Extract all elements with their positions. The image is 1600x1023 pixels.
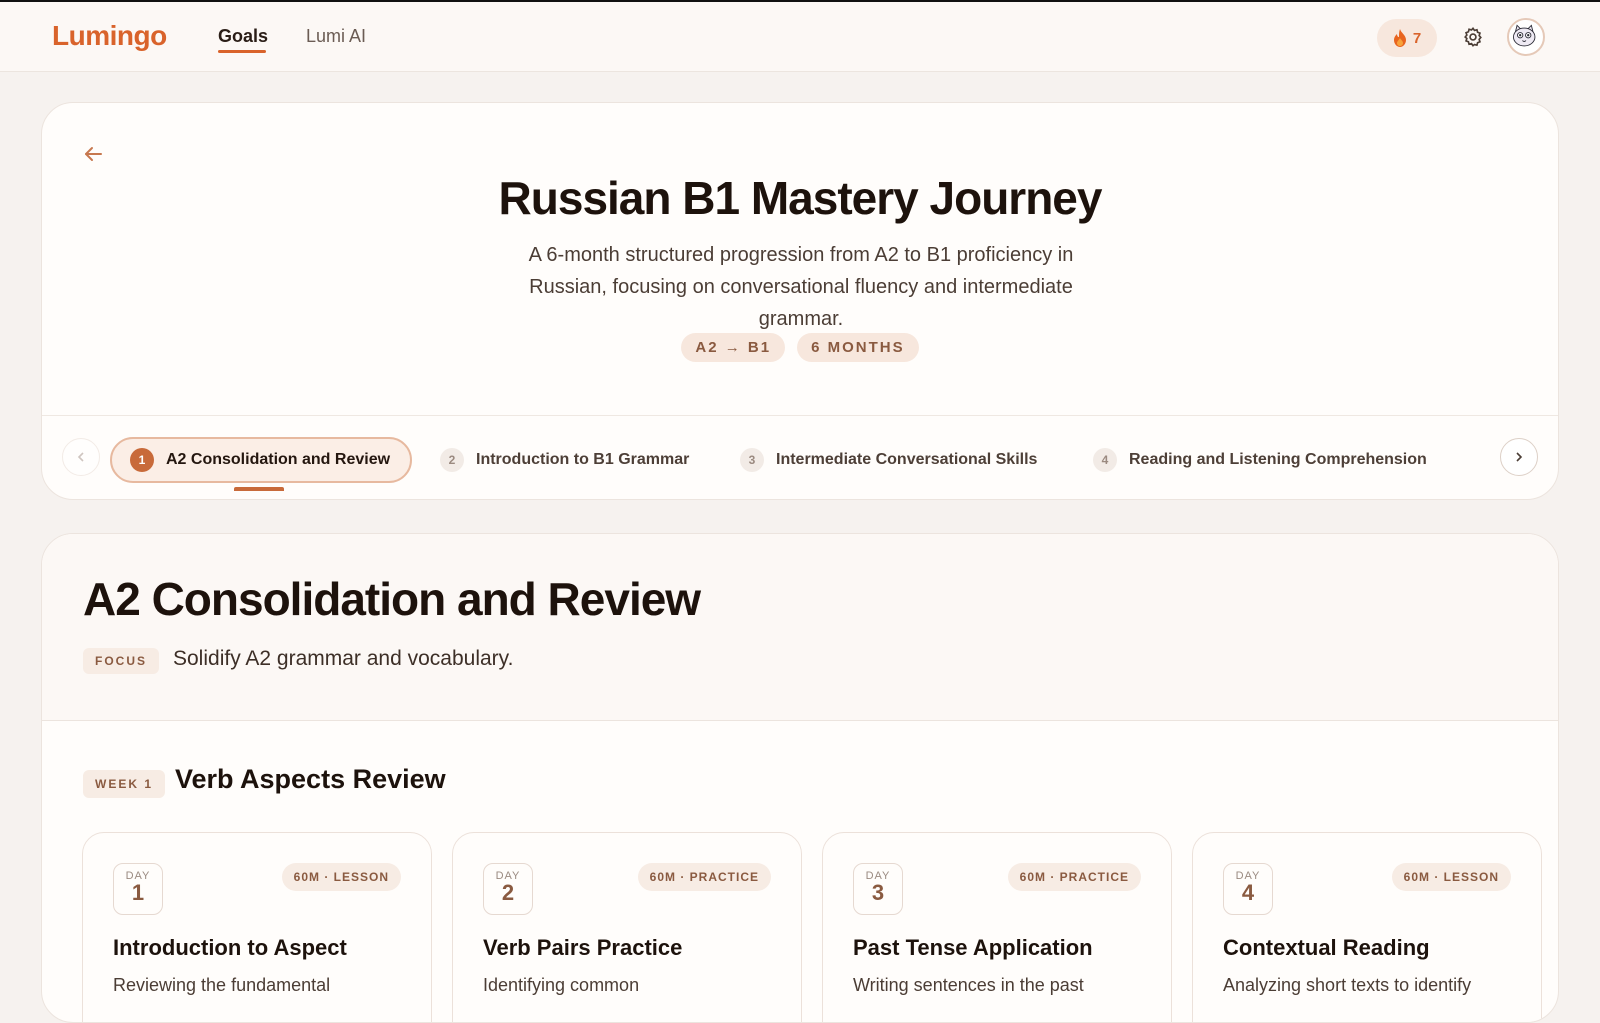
nav-goals[interactable]: Goals bbox=[218, 26, 268, 47]
phase-number: 1 bbox=[130, 448, 154, 472]
phase-title: A2 Consolidation and Review bbox=[83, 573, 701, 625]
phase-detail-card: A2 Consolidation and Review FOCUS Solidi… bbox=[41, 533, 1559, 1023]
day-card-3[interactable]: DAY 3 60M · PRACTICE Past Tense Applicat… bbox=[822, 832, 1172, 1022]
chevron-left-icon bbox=[77, 452, 84, 462]
day-description: Writing sentences in the past bbox=[853, 975, 1084, 995]
logo[interactable]: Lumingo bbox=[52, 20, 167, 52]
phase-tab-label: Reading and Listening Comprehension bbox=[1129, 451, 1427, 468]
level-pill: A2 → B1 bbox=[681, 333, 786, 362]
phase-tab-3[interactable]: 3 Intermediate Conversational Skills bbox=[740, 437, 1037, 483]
goal-overview-card: Russian B1 Mastery Journey A 6-month str… bbox=[41, 102, 1559, 500]
day-description: Identifying common bbox=[483, 975, 640, 995]
phase-number: 3 bbox=[740, 448, 764, 472]
day-title: Verb Pairs Practice bbox=[483, 935, 683, 960]
streak-badge[interactable]: 7 bbox=[1377, 19, 1437, 57]
flame-icon bbox=[1393, 29, 1406, 47]
week-badge: WEEK 1 bbox=[83, 770, 166, 798]
chevron-right-icon bbox=[1516, 452, 1523, 462]
day-number-box: DAY 2 bbox=[483, 863, 533, 915]
week-title: Verb Aspects Review bbox=[175, 764, 446, 794]
day-description: Analyzing short texts to identify bbox=[1223, 975, 1472, 995]
active-tab-indicator bbox=[234, 487, 284, 491]
phase-tab-4[interactable]: 4 Reading and Listening Comprehension bbox=[1093, 437, 1427, 483]
day-card-4[interactable]: DAY 4 60M · LESSON Contextual Reading An… bbox=[1192, 832, 1542, 1022]
day-title: Contextual Reading bbox=[1223, 935, 1430, 960]
phase-number: 2 bbox=[440, 448, 464, 472]
gear-icon[interactable] bbox=[1462, 26, 1484, 48]
day-number: 4 bbox=[1241, 880, 1255, 905]
phase-tab-1[interactable]: 1 A2 Consolidation and Review bbox=[110, 437, 413, 483]
day-tag: 60M · PRACTICE bbox=[1007, 863, 1141, 891]
back-arrow-icon[interactable] bbox=[82, 143, 104, 165]
day-number: 1 bbox=[131, 880, 145, 905]
nav-active-underline bbox=[218, 50, 266, 53]
day-card-2[interactable]: DAY 2 60M · PRACTICE Verb Pairs Practice… bbox=[452, 832, 802, 1022]
duration-pill: 6 MONTHS bbox=[797, 333, 919, 362]
day-tag: 60M · LESSON bbox=[281, 863, 401, 891]
day-number-box: DAY 1 bbox=[113, 863, 163, 915]
day-number-box: DAY 3 bbox=[853, 863, 903, 915]
phase-tab-label: A2 Consolidation and Review bbox=[166, 451, 391, 468]
divider bbox=[42, 415, 1558, 416]
goal-pills: A2 → B1 6 MONTHS bbox=[42, 333, 1558, 362]
scroll-left-button[interactable] bbox=[62, 438, 100, 476]
focus-badge: FOCUS bbox=[83, 648, 159, 674]
phase-tab-label: Intermediate Conversational Skills bbox=[776, 451, 1038, 468]
goal-title: Russian B1 Mastery Journey bbox=[498, 172, 1103, 224]
scroll-right-button[interactable] bbox=[1500, 438, 1538, 476]
phase-tab-2[interactable]: 2 Introduction to B1 Grammar bbox=[440, 437, 689, 483]
day-tag: 60M · LESSON bbox=[1391, 863, 1511, 891]
nav-lumi-ai[interactable]: Lumi AI bbox=[306, 26, 366, 47]
streak-count: 7 bbox=[1412, 29, 1422, 47]
avatar-cat-icon bbox=[1509, 20, 1540, 51]
goal-description: A 6-month structured progression from A2… bbox=[528, 244, 1074, 330]
phase-tab-label: Introduction to B1 Grammar bbox=[476, 451, 690, 468]
day-tag: 60M · PRACTICE bbox=[637, 863, 771, 891]
avatar[interactable] bbox=[1507, 18, 1545, 56]
top-bar: Lumingo Goals Lumi AI 7 bbox=[0, 0, 1600, 72]
day-card-1[interactable]: DAY 1 60M · LESSON Introduction to Aspec… bbox=[82, 832, 432, 1022]
focus-text: Solidify A2 grammar and vocabulary. bbox=[173, 647, 514, 670]
phase-number: 4 bbox=[1093, 448, 1117, 472]
day-title: Past Tense Application bbox=[853, 935, 1093, 960]
day-title: Introduction to Aspect bbox=[113, 935, 347, 960]
day-number: 2 bbox=[501, 880, 515, 905]
phase-header: A2 Consolidation and Review FOCUS Solidi… bbox=[42, 534, 1558, 721]
day-number-box: DAY 4 bbox=[1223, 863, 1273, 915]
day-description: Reviewing the fundamental bbox=[113, 975, 331, 995]
day-number: 3 bbox=[871, 880, 885, 905]
